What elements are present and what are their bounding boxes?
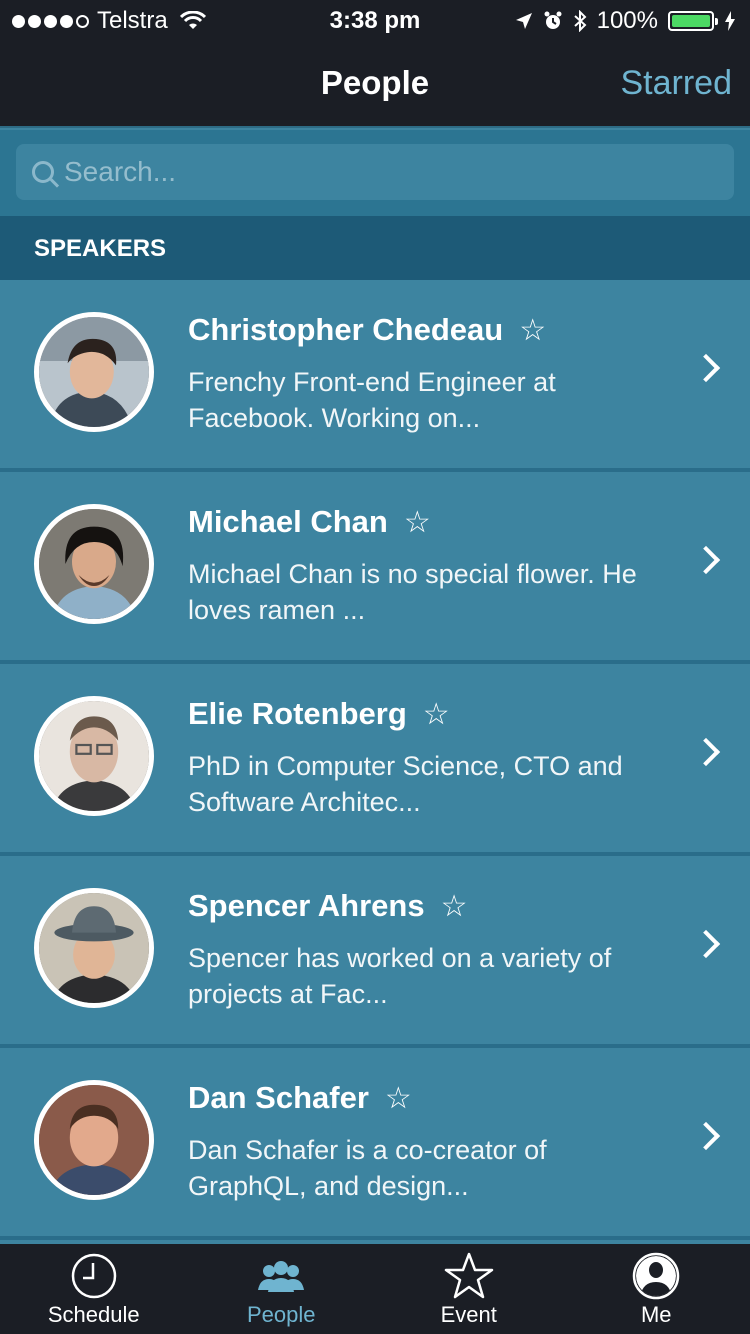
star-outline-icon[interactable]: ☆ — [423, 697, 450, 732]
avatar-photo — [39, 701, 149, 811]
speaker-name-line: Elie Rotenberg ☆ — [188, 696, 450, 732]
person-icon — [633, 1252, 680, 1300]
tab-label: Event — [440, 1302, 497, 1327]
speaker-bio: Dan Schafer is a co-creator of GraphQL, … — [188, 1135, 547, 1201]
speaker-bio: Michael Chan is no special flower. He lo… — [188, 559, 637, 625]
tab-label: Schedule — [47, 1302, 140, 1327]
speaker-row[interactable]: Elie Rotenberg ☆ PhD in Computer Science… — [0, 664, 750, 856]
section-header-speakers: SPEAKERS — [0, 216, 750, 280]
battery-percent: 100% — [596, 7, 658, 34]
speaker-list: Christopher Chedeau ☆ Frenchy Front-end … — [0, 280, 750, 1240]
star-icon — [444, 1252, 493, 1299]
search-input[interactable] — [64, 156, 664, 188]
avatar — [34, 696, 154, 816]
avatar — [34, 888, 154, 1008]
battery-icon — [668, 11, 718, 31]
star-outline-icon[interactable]: ☆ — [441, 889, 468, 924]
speaker-bio: Spencer has worked on a variety of proje… — [188, 943, 612, 1009]
chevron-right-icon — [691, 737, 721, 767]
bluetooth-icon — [573, 10, 587, 32]
charging-bolt-icon — [725, 11, 735, 31]
tab-me[interactable]: Me — [563, 1244, 750, 1334]
speaker-name: Dan Schafer — [188, 1080, 369, 1115]
speaker-row[interactable]: Christopher Chedeau ☆ Frenchy Front-end … — [0, 280, 750, 472]
battery-level-fill — [672, 15, 710, 27]
speaker-row[interactable]: Dan Schafer ☆ Dan Schafer is a co-creato… — [0, 1048, 750, 1240]
chevron-right-icon — [691, 1121, 721, 1151]
speaker-row[interactable]: Michael Chan ☆ Michael Chan is no specia… — [0, 472, 750, 664]
speaker-name: Michael Chan — [188, 504, 388, 539]
tab-label: People — [246, 1302, 316, 1327]
speaker-name-line: Spencer Ahrens ☆ — [188, 888, 468, 924]
tab-label: Me — [640, 1302, 672, 1327]
speaker-name: Christopher Chedeau — [188, 312, 504, 347]
status-right: 100% — [515, 7, 736, 35]
navigation-bar: People Starred — [0, 40, 750, 128]
status-bar: Telstra 3:38 pm 100% — [0, 0, 750, 40]
tab-schedule[interactable]: Schedule — [0, 1244, 188, 1334]
clock-icon — [71, 1253, 116, 1299]
avatar-photo — [39, 893, 149, 1003]
speaker-name: Elie Rotenberg — [188, 696, 407, 731]
avatar-photo — [39, 317, 149, 427]
speaker-name-line: Dan Schafer ☆ — [188, 1080, 412, 1116]
speaker-name-line: Christopher Chedeau ☆ — [188, 312, 546, 348]
chevron-right-icon — [691, 545, 721, 575]
avatar-photo — [39, 1085, 149, 1195]
search-icon — [32, 161, 54, 183]
speaker-name-line: Michael Chan ☆ — [188, 504, 431, 540]
search-box[interactable] — [16, 144, 734, 200]
tab-event[interactable]: Event — [375, 1244, 563, 1334]
speaker-row[interactable]: Spencer Ahrens ☆ Spencer has worked on a… — [0, 856, 750, 1048]
chevron-right-icon — [691, 929, 721, 959]
star-outline-icon[interactable]: ☆ — [385, 1081, 412, 1116]
avatar — [34, 504, 154, 624]
avatar — [34, 312, 154, 432]
avatar — [34, 1080, 154, 1200]
speaker-name: Spencer Ahrens — [188, 888, 425, 923]
starred-button[interactable]: Starred — [621, 64, 733, 103]
alarm-icon — [544, 11, 562, 29]
speaker-bio: Frenchy Front-end Engineer at Facebook. … — [188, 367, 556, 433]
people-icon — [258, 1261, 305, 1292]
star-outline-icon[interactable]: ☆ — [404, 505, 431, 540]
star-outline-icon[interactable]: ☆ — [519, 313, 546, 348]
search-area — [0, 130, 750, 216]
location-arrow-icon — [515, 13, 532, 29]
tab-people[interactable]: People — [188, 1244, 376, 1334]
avatar-photo — [39, 509, 149, 619]
tab-bar: Schedule People Event Me — [0, 1244, 750, 1334]
chevron-right-icon — [691, 353, 721, 383]
speaker-bio: PhD in Computer Science, CTO and Softwar… — [188, 751, 623, 817]
